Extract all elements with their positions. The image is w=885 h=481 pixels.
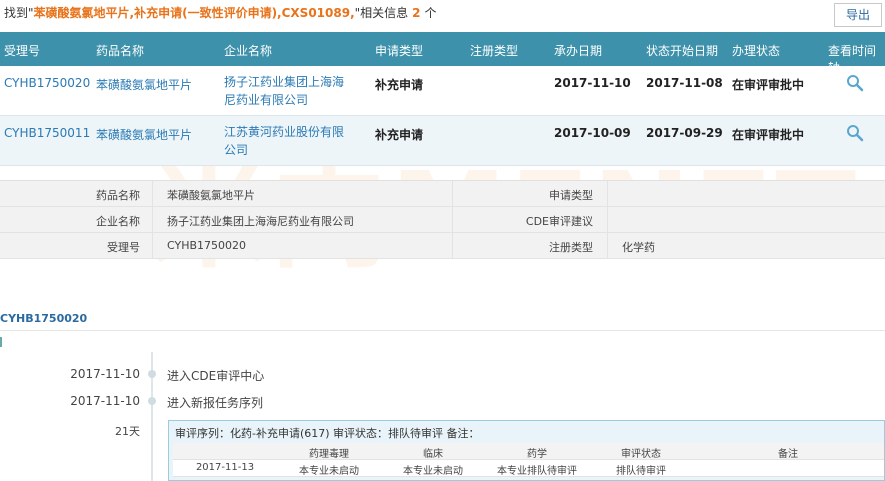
row-status: 在审评审批中 [732, 78, 805, 92]
row-drug-link[interactable]: 苯磺酸氨氯地平片 [96, 126, 192, 143]
section-divider [0, 330, 885, 331]
review-table-header: 药理毒理 临床 药学 审评状态 备注 [173, 443, 884, 460]
row-id-link[interactable]: CYHB1750020 [4, 76, 90, 90]
row-apply-type: 补充申请 [375, 128, 424, 142]
row-id-link[interactable]: CYHB1750011 [4, 126, 90, 140]
review-cell: 本专业排队待审评 [497, 466, 577, 477]
review-header: 审评序列：化药-补充申请(617) 审评状态：排队待审评 备注： [175, 427, 480, 440]
search-summary: 找到"苯磺酸氨氯地平片,补充申请(一致性评价申请),CXS01089,"相关信息… [4, 4, 437, 22]
col-header-id: 受理号 [4, 44, 41, 58]
row-status: 在审评审批中 [732, 128, 805, 142]
review-panel: 审评序列：化药-补充申请(617) 审评状态：排队待审评 备注： 药理毒理 临床… [168, 420, 885, 481]
review-table: 药理毒理 临床 药学 审评状态 备注 2017-11-13 本专业未启动 本专业… [173, 443, 884, 477]
detail-drug-value: 苯磺酸氨氯地平片 [167, 189, 255, 202]
row-status-date: 2017-11-08 [646, 76, 723, 90]
detail-apply-label: 申请类型 [549, 189, 593, 202]
row-status-date: 2017-09-29 [646, 126, 723, 140]
detail-id-value: CYHB1750020 [167, 239, 247, 252]
review-col-header: 审评状态 [621, 449, 661, 460]
review-col-header: 临床 [423, 449, 443, 460]
detail-panel: 药品名称 苯磺酸氨氯地平片 申请类型 企业名称 扬子江药业集团上海海尼药业有限公… [0, 180, 885, 259]
timeline-event-text: 进入新报任务序列 [167, 396, 264, 410]
review-col-header: 备注 [778, 449, 798, 460]
export-button[interactable]: 导出 [834, 3, 882, 27]
review-cell: 排队待审评 [616, 466, 666, 477]
detail-id-label: 受理号 [107, 241, 140, 254]
row-company-link[interactable]: 江苏黄河药业股份有限公司 [224, 123, 354, 159]
detail-company-label: 企业名称 [96, 215, 140, 228]
timeline-event-date: 2017-11-10 [70, 367, 140, 381]
col-header-apply-type: 申请类型 [375, 44, 424, 58]
timeline-event-date: 2017-11-10 [70, 394, 140, 408]
magnifier-icon[interactable] [846, 74, 864, 92]
result-count: 2 [412, 6, 421, 20]
review-table-row: 2017-11-13 本专业未启动 本专业未启动 本专业排队待审评 排队待审评 [173, 460, 884, 477]
col-header-company: 企业名称 [224, 44, 273, 58]
timeline-duration: 21天 [115, 425, 140, 438]
row-date: 2017-11-10 [554, 76, 631, 90]
magnifier-icon[interactable] [846, 124, 864, 142]
detail-reg-label: 注册类型 [549, 241, 593, 254]
row-apply-type: 补充申请 [375, 78, 424, 92]
detail-row: 受理号 CYHB1750020 注册类型 化学药 [0, 233, 885, 259]
timeline-event-text: 进入CDE审评中心 [167, 369, 265, 383]
row-company-link[interactable]: 扬子江药业集团上海海尼药业有限公司 [224, 73, 354, 109]
row-date: 2017-10-09 [554, 126, 631, 140]
section-marker [0, 337, 2, 347]
review-cell: 本专业未启动 [403, 466, 463, 477]
col-header-date: 承办日期 [554, 44, 603, 58]
search-query: 苯磺酸氨氯地平片,补充申请(一致性评价申请),CXS01089, [33, 6, 355, 20]
col-header-reg-type: 注册类型 [470, 44, 519, 58]
detail-drug-label: 药品名称 [96, 189, 140, 202]
table-header: 受理号 药品名称 企业名称 申请类型 注册类型 承办日期 状态开始日期 办理状态… [0, 32, 885, 75]
detail-row: 企业名称 扬子江药业集团上海海尼药业有限公司 CDE审评建议 [0, 207, 885, 233]
result-table: 受理号 药品名称 企业名称 申请类型 注册类型 承办日期 状态开始日期 办理状态… [0, 32, 885, 166]
col-header-name: 药品名称 [96, 44, 145, 58]
col-header-status: 办理状态 [732, 44, 781, 58]
detail-row: 药品名称 苯磺酸氨氯地平片 申请类型 [0, 181, 885, 207]
review-cell: 2017-11-13 [195, 462, 255, 473]
table-row[interactable]: CYHB1750020 苯磺酸氨氯地平片 扬子江药业集团上海海尼药业有限公司 补… [0, 66, 885, 116]
col-header-status-date: 状态开始日期 [646, 44, 719, 58]
review-col-header: 药理毒理 [309, 449, 349, 460]
review-col-header: 药学 [527, 449, 547, 460]
row-drug-link[interactable]: 苯磺酸氨氯地平片 [96, 76, 192, 93]
detail-cde-label: CDE审评建议 [525, 215, 593, 228]
timeline-dot [148, 397, 156, 405]
timeline-title: CYHB1750020 [0, 312, 88, 325]
summary-prefix: 找到" [4, 6, 34, 20]
detail-reg-value: 化学药 [622, 241, 655, 254]
review-cell: 本专业未启动 [299, 466, 359, 477]
summary-suffix: "相关信息 [354, 6, 409, 20]
table-row[interactable]: CYHB1750011 苯磺酸氨氯地平片 江苏黄河药业股份有限公司 补充申请 2… [0, 116, 885, 166]
detail-company-value: 扬子江药业集团上海海尼药业有限公司 [167, 215, 354, 228]
timeline-dot [148, 370, 156, 378]
count-unit: 个 [424, 6, 437, 20]
